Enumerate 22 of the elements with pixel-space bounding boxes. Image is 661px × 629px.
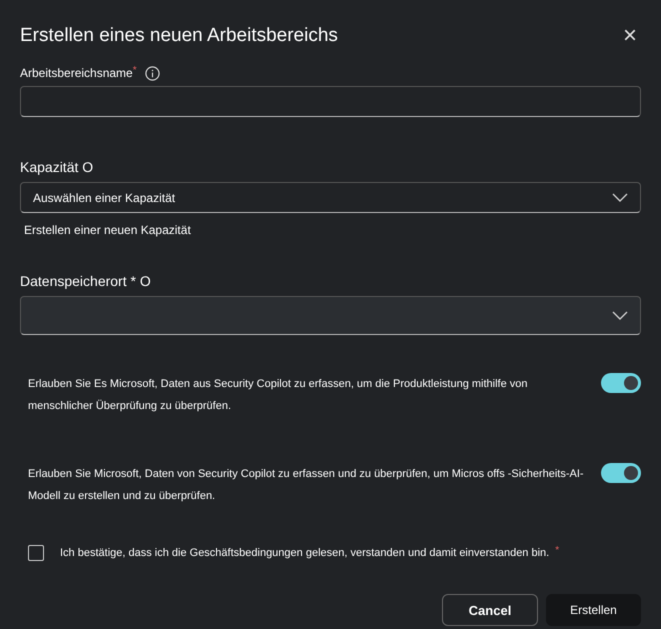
toggle-switch[interactable] <box>601 463 641 483</box>
field-label: Datenspeicherort * O <box>20 272 152 291</box>
capacity-dropdown[interactable]: Auswählen einer Kapazität <box>20 182 641 213</box>
create-button[interactable]: Erstellen <box>546 594 641 626</box>
storage-dropdown[interactable] <box>20 296 641 335</box>
consent-text: Erlauben Sie Es Microsoft, Daten aus Security Copilot zu erfassen, um die Produktleistung mithilfe von menschlicher Überprüfung zu überprüfen. <box>28 377 529 414</box>
chevron-down-icon <box>612 192 628 202</box>
name-input-field[interactable] <box>20 86 641 117</box>
field-label: Kapazität O <box>20 158 94 177</box>
required-mark: * <box>132 66 137 76</box>
close-button[interactable]: × <box>618 24 641 48</box>
field-label: Arbeitsbereichsname <box>20 65 133 82</box>
dialog-title: Erstellen eines neuen Arbeitsbereichs <box>20 24 338 48</box>
checkbox[interactable] <box>28 545 44 562</box>
consent-text: Ich bestätige, dass ich die Geschäftsbedingungen gelesen, verstanden und damit einverstanden bin. <box>60 546 550 561</box>
required-mark: * <box>555 546 560 556</box>
toggle-switch[interactable] <box>601 373 641 393</box>
chevron-down-icon <box>612 310 628 320</box>
cancel-button[interactable]: Cancel <box>442 594 538 626</box>
create-capacity-link[interactable]: Erstellen einer neuen Kapazität <box>24 221 191 239</box>
info-icon[interactable] <box>144 66 160 80</box>
consent-text: Erlauben Sie Microsoft, Daten von Security Copilot zu erfassen und zu überprüfen, um Micros offs -Sicherheits-AI-Modell zu erstellen und zu überprüfen. <box>28 467 585 504</box>
